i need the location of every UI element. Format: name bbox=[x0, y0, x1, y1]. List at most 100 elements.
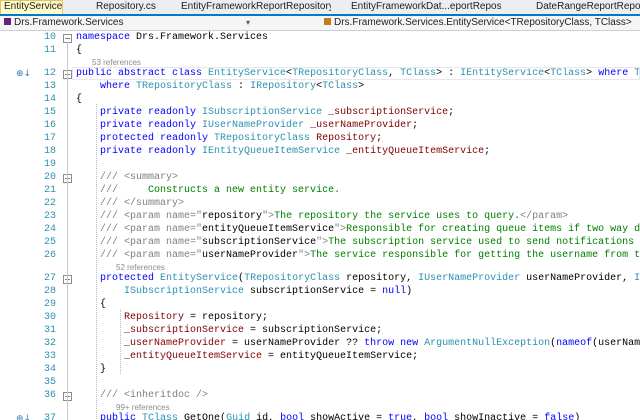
project-dropdown-label: Drs.Framework.Services bbox=[14, 17, 124, 28]
code-token: /// <param name=" bbox=[100, 237, 203, 248]
code-token: { bbox=[76, 45, 83, 56]
code-token: protected bbox=[100, 273, 161, 284]
code-token: TRepositoryClass bbox=[214, 133, 311, 144]
line-number: 35 bbox=[43, 377, 56, 388]
code-token: TRepositoryClass bbox=[244, 273, 341, 284]
code-token: throw new bbox=[364, 338, 425, 349]
code-text: { bbox=[76, 298, 106, 311]
code-token: false bbox=[544, 413, 575, 420]
project-dropdown[interactable]: Drs.Framework.Services ▾ bbox=[2, 17, 252, 29]
tab-3[interactable]: EntityFrameworkReportRepository.cs bbox=[181, 0, 331, 14]
code-token: ISubscriptionService bbox=[202, 107, 323, 118]
code-token: protected readonly bbox=[100, 133, 215, 144]
line-number: 10 bbox=[43, 32, 56, 43]
code-token: _userNameProvider bbox=[310, 120, 413, 131]
code-token: } bbox=[76, 364, 107, 375]
tab-4[interactable]: EntityFrameworkDat...eportRepository.cs bbox=[351, 0, 501, 14]
implementation-glyph-icon[interactable]: ⊕↓ bbox=[16, 69, 31, 79]
fold-line bbox=[67, 42, 68, 420]
code-token: The repository the service uses to query… bbox=[274, 211, 521, 222]
tab-2[interactable]: Repository.cs bbox=[96, 0, 156, 14]
code-line: 13 where TRepositoryClass : IRepository<… bbox=[0, 80, 640, 93]
line-number: 26 bbox=[43, 250, 56, 261]
line-number: 29 bbox=[43, 299, 56, 310]
code-token: Repository bbox=[316, 133, 377, 144]
code-token: = userNameProvider ?? bbox=[226, 338, 365, 349]
line-number: 18 bbox=[43, 146, 56, 157]
line-number: 15 bbox=[43, 107, 56, 118]
code-token: IEntity bbox=[634, 273, 640, 284]
code-text: /// <param name="repository">The reposit… bbox=[76, 210, 568, 223]
code-token: Drs.Framework.Services bbox=[136, 32, 269, 43]
code-token: _entityQueueItemService bbox=[346, 146, 485, 157]
code-token: "> bbox=[298, 250, 311, 261]
line-number: 32 bbox=[43, 338, 56, 349]
code-token: TRepositoryClass bbox=[136, 81, 233, 92]
tab-label: EntityFrameworkReportRepository.cs bbox=[181, 1, 331, 12]
code-text: Repository = repository; bbox=[76, 311, 268, 324]
code-token: ISubscriptionService bbox=[124, 286, 245, 297]
code-token: private readonly bbox=[100, 146, 203, 157]
tab-1[interactable]: EntityService.cs× bbox=[0, 0, 63, 14]
code-text: _subscriptionService = subscriptionServi… bbox=[76, 324, 382, 337]
code-token: ArgumentNullException bbox=[424, 338, 551, 349]
code-token: bool bbox=[424, 413, 449, 420]
code-editor[interactable]: 10 namespace Drs.Framework.Services 11{53 … bbox=[0, 31, 640, 420]
code-token: /// <param name=" bbox=[100, 224, 203, 235]
code-token: _subscriptionService bbox=[124, 325, 245, 336]
code-text: public TClass GetOne(Guid id, bool showA… bbox=[76, 412, 580, 420]
code-token: The service responsible for getting the … bbox=[310, 250, 640, 261]
code-token: /// <param name=" bbox=[100, 250, 203, 261]
code-token: where bbox=[100, 81, 137, 92]
code-token: TClass bbox=[142, 413, 179, 420]
code-token: ) bbox=[406, 286, 413, 297]
line-number: 24 bbox=[43, 224, 56, 235]
code-token: GetOne( bbox=[178, 413, 227, 420]
code-token: : bbox=[232, 81, 251, 92]
code-token: nameof bbox=[556, 338, 593, 349]
code-text: /// <summary> bbox=[76, 171, 178, 184]
code-token: ) bbox=[574, 413, 581, 420]
code-token: IEntityQueueItemService bbox=[202, 146, 341, 157]
code-token: public bbox=[100, 413, 143, 420]
code-token: subscriptionService = bbox=[244, 286, 383, 297]
code-text: private readonly ISubscriptionService _s… bbox=[76, 106, 454, 119]
code-token: ; bbox=[376, 133, 383, 144]
code-text: namespace Drs.Framework.Services bbox=[76, 31, 268, 44]
code-token: showActive = bbox=[304, 413, 389, 420]
chevron-down-icon: ▾ bbox=[245, 18, 250, 27]
code-text: { bbox=[76, 44, 82, 57]
document-tab-strip: EntityService.cs× Repository.cs EntityFram… bbox=[0, 0, 640, 16]
tab-5[interactable]: DateRangeReportRepository.cs bbox=[536, 0, 640, 14]
code-token: /// </summary> bbox=[100, 198, 185, 209]
line-number: 12 bbox=[43, 68, 56, 79]
code-token: EntityService bbox=[160, 273, 239, 284]
code-token: null bbox=[382, 286, 407, 297]
code-text: _entityQueueItemService = entityQueueIte… bbox=[76, 350, 418, 363]
code-token: ; bbox=[448, 107, 455, 118]
class-icon bbox=[324, 18, 331, 25]
tab-label: Repository.cs bbox=[96, 1, 156, 12]
line-number: 13 bbox=[43, 81, 56, 92]
tab-label: EntityFrameworkDat...eportRepository.cs bbox=[351, 1, 501, 12]
type-dropdown[interactable]: Drs.Framework.Services.EntityService<TRe… bbox=[322, 17, 638, 29]
line-number: 31 bbox=[43, 325, 56, 336]
code-token: private readonly bbox=[100, 107, 203, 118]
code-token: TClass bbox=[322, 81, 359, 92]
line-number: 34 bbox=[43, 364, 56, 375]
code-token: Constructs a new entity service. bbox=[124, 185, 341, 196]
implementation-glyph-icon[interactable]: ⊕↓ bbox=[16, 414, 31, 420]
code-text: } bbox=[76, 363, 106, 376]
line-number: 33 bbox=[43, 351, 56, 362]
code-text: /// <param name="subscriptionService">Th… bbox=[76, 236, 640, 249]
code-text: where TRepositoryClass : IRepository<TCl… bbox=[76, 80, 364, 93]
code-token: namespace bbox=[76, 32, 137, 43]
code-token: /// <inheritdoc /> bbox=[100, 390, 209, 401]
code-token: /// bbox=[100, 185, 125, 196]
code-token: repository, bbox=[340, 273, 419, 284]
code-token: _subscriptionService bbox=[328, 107, 449, 118]
line-number: 25 bbox=[43, 237, 56, 248]
